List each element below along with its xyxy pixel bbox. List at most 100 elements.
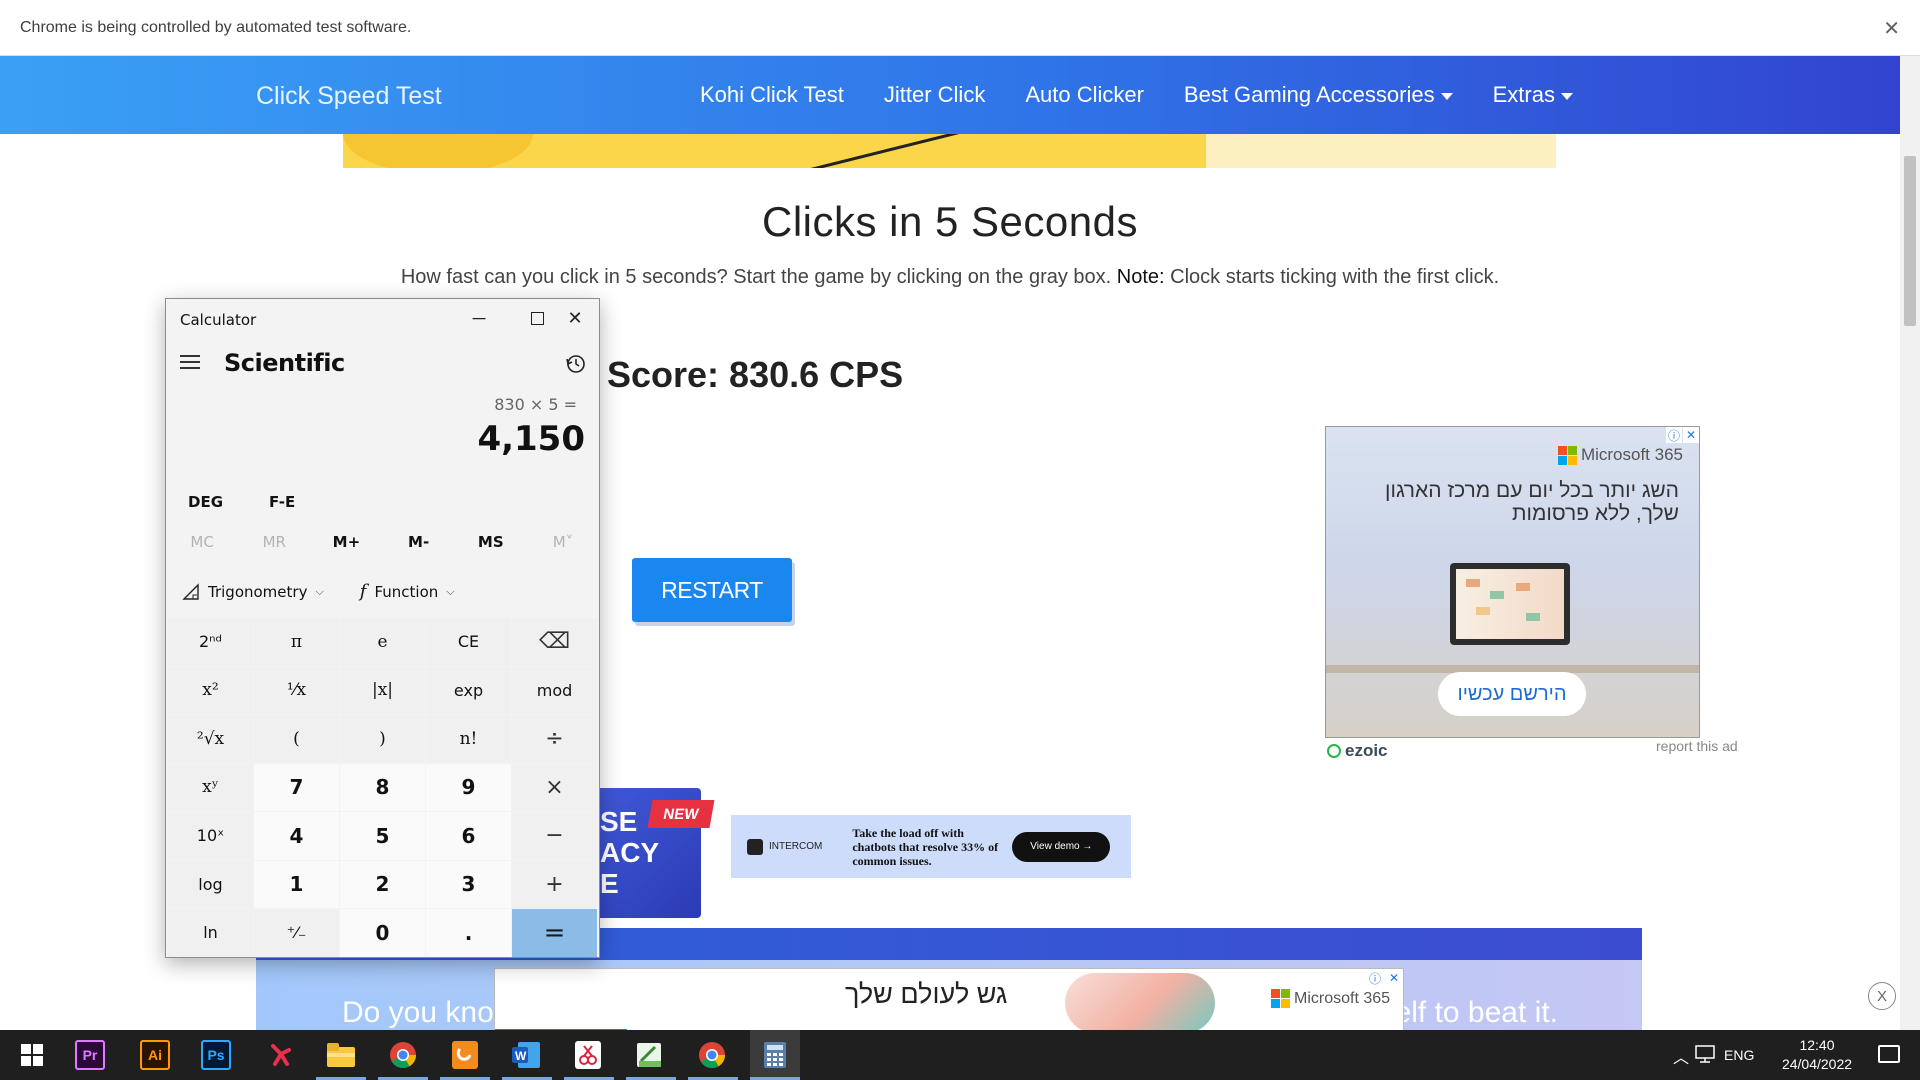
ad-info-icon[interactable]: ⓘ (1666, 427, 1682, 443)
notepad-app-icon[interactable] (632, 1037, 668, 1073)
decimal-key[interactable]: . (426, 909, 511, 957)
chevron-up-icon[interactable]: ︿ (1673, 1044, 1689, 1068)
calculator-titlebar[interactable]: Calculator ─ ✕ (166, 299, 599, 337)
memory-list-button[interactable]: M˅ (527, 533, 599, 551)
infobar-close-icon[interactable]: ✕ (1883, 16, 1900, 41)
reciprocal-key[interactable]: ¹⁄x (254, 666, 339, 714)
memory-subtract-button[interactable]: M- (383, 533, 455, 551)
backspace-key[interactable]: ⌫ (512, 618, 597, 666)
clear-entry-key[interactable]: CE (426, 618, 511, 666)
digit-8-key[interactable]: 8 (340, 763, 425, 811)
exp-key[interactable]: exp (426, 666, 511, 714)
microsoft-logo-icon (1271, 989, 1290, 1008)
memory-add-button[interactable]: M+ (310, 533, 382, 551)
digit-6-key[interactable]: 6 (426, 812, 511, 860)
nav-links: Kohi Click Test Jitter Click Auto Clicke… (700, 82, 1573, 108)
windows-start-icon[interactable] (14, 1037, 50, 1073)
ten-power-key[interactable]: 10ˣ (168, 812, 253, 860)
memory-store-button[interactable]: MS (455, 533, 527, 551)
trigonometry-dropdown[interactable]: Trigonometry ⌵ (182, 583, 324, 601)
log-key[interactable]: log (168, 860, 253, 908)
scrollbar-thumb[interactable] (1904, 156, 1916, 326)
clock-time: 12:40 (1799, 1037, 1835, 1053)
nav-auto-clicker[interactable]: Auto Clicker (1025, 82, 1144, 108)
function-dropdown[interactable]: f Function ⌵ (360, 581, 455, 602)
chrome-icon[interactable] (385, 1037, 421, 1073)
restart-button[interactable]: RESTART (632, 558, 792, 622)
notifications-icon[interactable] (1878, 1045, 1900, 1063)
power-key[interactable]: xʸ (168, 763, 253, 811)
network-icon[interactable] (1694, 1045, 1716, 1066)
bottom-ad-microsoft-365[interactable]: ⓘ ✕ גש לעולם שלך Microsoft 365 (494, 968, 1404, 1034)
digit-5-key[interactable]: 5 (340, 812, 425, 860)
absolute-key[interactable]: |x| (340, 666, 425, 714)
word-icon[interactable]: W (508, 1037, 544, 1073)
premiere-icon[interactable]: Pr (75, 1040, 105, 1070)
page-scrollbar[interactable] (1900, 56, 1920, 1030)
digit-0-key[interactable]: 0 (340, 909, 425, 957)
minimize-button[interactable]: ─ (456, 305, 502, 331)
page-title: Clicks in 5 Seconds (762, 198, 1138, 245)
pi-key[interactable]: π (254, 618, 339, 666)
close-button[interactable]: ✕ (552, 305, 598, 331)
digit-3-key[interactable]: 3 (426, 860, 511, 908)
chrome-icon[interactable] (694, 1037, 730, 1073)
fe-button[interactable]: F-E (257, 489, 307, 515)
ad-brand: Microsoft 365 (1557, 445, 1683, 465)
nav-kohi-click-test[interactable]: Kohi Click Test (700, 82, 844, 108)
digit-2-key[interactable]: 2 (340, 860, 425, 908)
add-key[interactable]: + (512, 860, 597, 908)
pdf-app-icon[interactable] (447, 1037, 483, 1073)
report-ad-link[interactable]: report this ad (1656, 738, 1738, 754)
ad-cta-button[interactable]: הירשם עכשיו (1438, 672, 1586, 716)
automation-infobar: Chrome is being controlled by automated … (0, 0, 1920, 56)
intercom-view-demo-button[interactable]: View demo → (1012, 831, 1111, 862)
second-function-key[interactable]: 2ⁿᵈ (168, 618, 253, 666)
e-key[interactable]: e (340, 618, 425, 666)
menu-icon[interactable] (180, 355, 200, 373)
bottom-ad-close-icon[interactable]: ✕ (1385, 969, 1403, 987)
memory-clear-button[interactable]: MC (166, 533, 238, 551)
negate-key[interactable]: ⁺⁄₋ (254, 909, 339, 957)
bottom-ad-info-icon[interactable]: ⓘ (1366, 969, 1384, 987)
ad-close-icon[interactable]: ✕ (1683, 427, 1699, 443)
app-figure-icon[interactable] (262, 1037, 298, 1073)
language-indicator[interactable]: ENG (1724, 1047, 1754, 1063)
brand-link[interactable]: Click Speed Test (256, 82, 442, 111)
digit-9-key[interactable]: 9 (426, 763, 511, 811)
page-subtitle: How fast can you click in 5 seconds? Sta… (0, 266, 1900, 289)
ln-key[interactable]: ln (168, 909, 253, 957)
deg-button[interactable]: DEG (176, 489, 235, 515)
photoshop-icon[interactable]: Ps (201, 1040, 231, 1070)
nav-best-gaming-accessories-dropdown[interactable]: Best Gaming Accessories (1184, 82, 1453, 108)
caret-down-icon (1440, 92, 1453, 100)
memory-recall-button[interactable]: MR (238, 533, 310, 551)
history-icon[interactable] (565, 353, 587, 380)
bottom-ad-dismiss-button[interactable]: X (1868, 982, 1896, 1010)
subtitle-text: How fast can you click in 5 seconds? Sta… (400, 266, 1112, 288)
equals-key[interactable]: = (512, 909, 597, 957)
digit-7-key[interactable]: 7 (254, 763, 339, 811)
multiply-key[interactable]: × (512, 763, 597, 811)
mod-key[interactable]: mod (512, 666, 597, 714)
factorial-key[interactable]: n! (426, 715, 511, 763)
calculator-app-icon[interactable] (750, 1030, 800, 1080)
bottom-ad-brand-label: Microsoft 365 (1294, 989, 1391, 1007)
square-key[interactable]: x² (168, 666, 253, 714)
clock[interactable]: 12:40 24/04/2022 (1772, 1036, 1862, 1074)
illustrator-icon[interactable]: Ai (140, 1040, 170, 1070)
close-paren-key[interactable]: ) (340, 715, 425, 763)
divide-key[interactable]: ÷ (512, 715, 597, 763)
ezoic-logo[interactable]: ezoic (1327, 741, 1388, 761)
snipping-tool-icon[interactable] (570, 1037, 606, 1073)
file-explorer-icon[interactable] (323, 1037, 359, 1073)
digit-1-key[interactable]: 1 (254, 860, 339, 908)
square-root-key[interactable]: ²√x (168, 715, 253, 763)
digit-4-key[interactable]: 4 (254, 812, 339, 860)
ad-intercom[interactable]: INTERCOM Take the load off with chatbots… (731, 815, 1131, 878)
nav-extras-dropdown[interactable]: Extras (1493, 82, 1573, 108)
open-paren-key[interactable]: ( (254, 715, 339, 763)
nav-jitter-click[interactable]: Jitter Click (884, 82, 985, 108)
subtract-key[interactable]: − (512, 812, 597, 860)
ad-microsoft-365[interactable]: ⓘ ✕ Microsoft 365 השג יותר בכל יום עם מר… (1325, 426, 1700, 738)
